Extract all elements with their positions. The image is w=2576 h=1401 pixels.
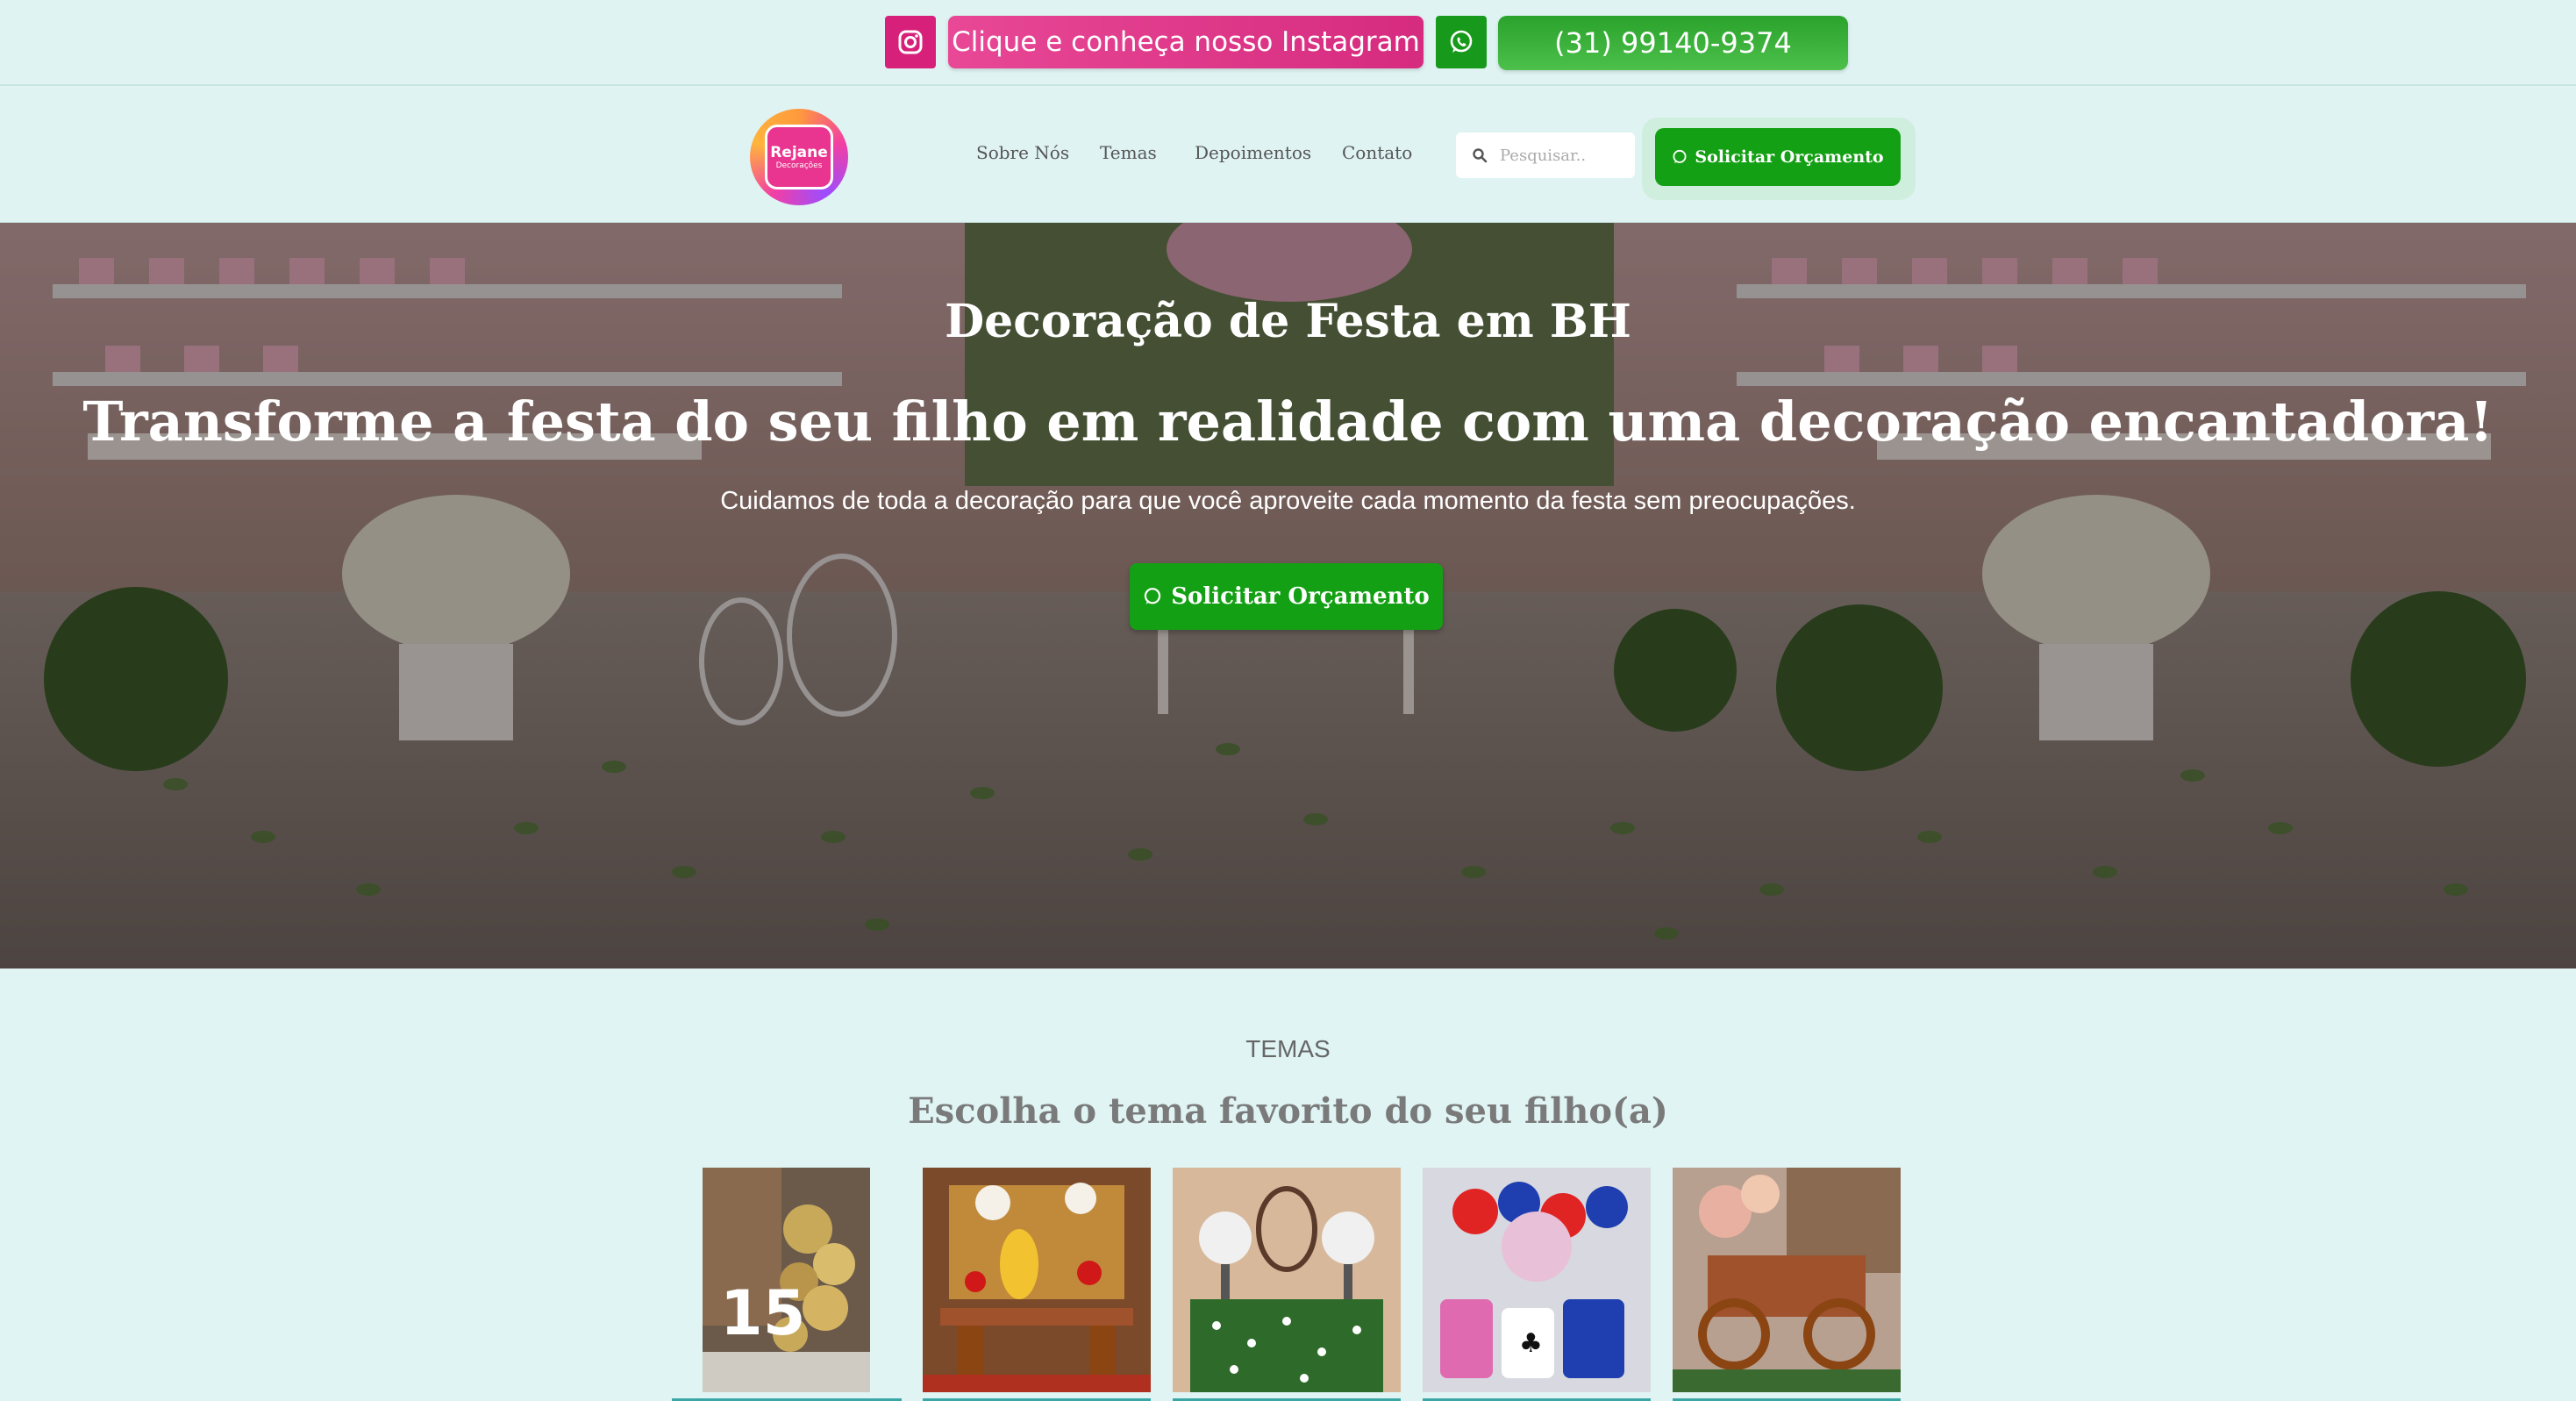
theme-card-casino[interactable]: ♣ [1423,1168,1651,1392]
section-title: Escolha o tema favorito do seu filho(a) [908,1090,1668,1132]
theme-card-western[interactable] [1673,1168,1901,1392]
instagram-button[interactable]: Clique e conheça nosso Instagram [948,16,1424,68]
theme-card-floral[interactable] [1173,1168,1401,1392]
instagram-icon [898,30,923,54]
logo-subtitle: Decorações [775,161,823,170]
logo-name: Rejane [770,144,828,161]
theme-image [923,1168,1151,1392]
whatsapp-icon [1145,588,1161,604]
theme-image [1173,1168,1401,1392]
whatsapp-icon [1450,30,1473,53]
logo-badge: Rejane Decorações [765,125,833,189]
site-logo[interactable]: Rejane Decorações [750,109,848,205]
instagram-icon-button[interactable] [885,16,936,68]
search-box[interactable] [1456,132,1635,178]
whatsapp-icon [1673,149,1687,164]
theme-card-princess[interactable] [923,1168,1151,1392]
section-kicker: TEMAS [1245,1035,1331,1062]
theme-image [1673,1168,1901,1392]
theme-card-15-anos[interactable]: 15 [703,1168,870,1392]
theme-image: 15 [703,1168,870,1392]
hero-title: Transforme a festa do seu filho em reali… [82,390,2494,454]
hero-request-quote-button[interactable]: Solicitar Orçamento [1130,563,1443,630]
nav-request-quote-button[interactable]: Solicitar Orçamento [1655,128,1901,186]
theme-image: ♣ [1423,1168,1651,1392]
nav-link-sobre-nos[interactable]: Sobre Nós [976,142,1069,163]
hero-kicker: Decoração de Festa em BH [945,295,1631,348]
phone-button[interactable]: (31) 99140-9374 [1498,16,1848,70]
svg-text:♣: ♣ [1519,1328,1543,1359]
whatsapp-icon-button[interactable] [1436,16,1487,68]
nav-cta-label: Solicitar Orçamento [1695,147,1884,167]
search-input[interactable] [1500,146,1623,165]
hero-cta-label: Solicitar Orçamento [1171,583,1430,610]
hero-banner: Decoração de Festa em BH Transforme a fe… [0,223,2576,969]
nav-link-depoimentos[interactable]: Depoimentos [1195,142,1311,163]
nav-link-contato[interactable]: Contato [1342,142,1412,163]
nav-link-temas[interactable]: Temas [1100,142,1157,163]
search-icon [1473,148,1488,163]
svg-text:15: 15 [720,1277,805,1349]
hero-description: Cuidamos de toda a decoração para que vo… [720,487,1856,515]
